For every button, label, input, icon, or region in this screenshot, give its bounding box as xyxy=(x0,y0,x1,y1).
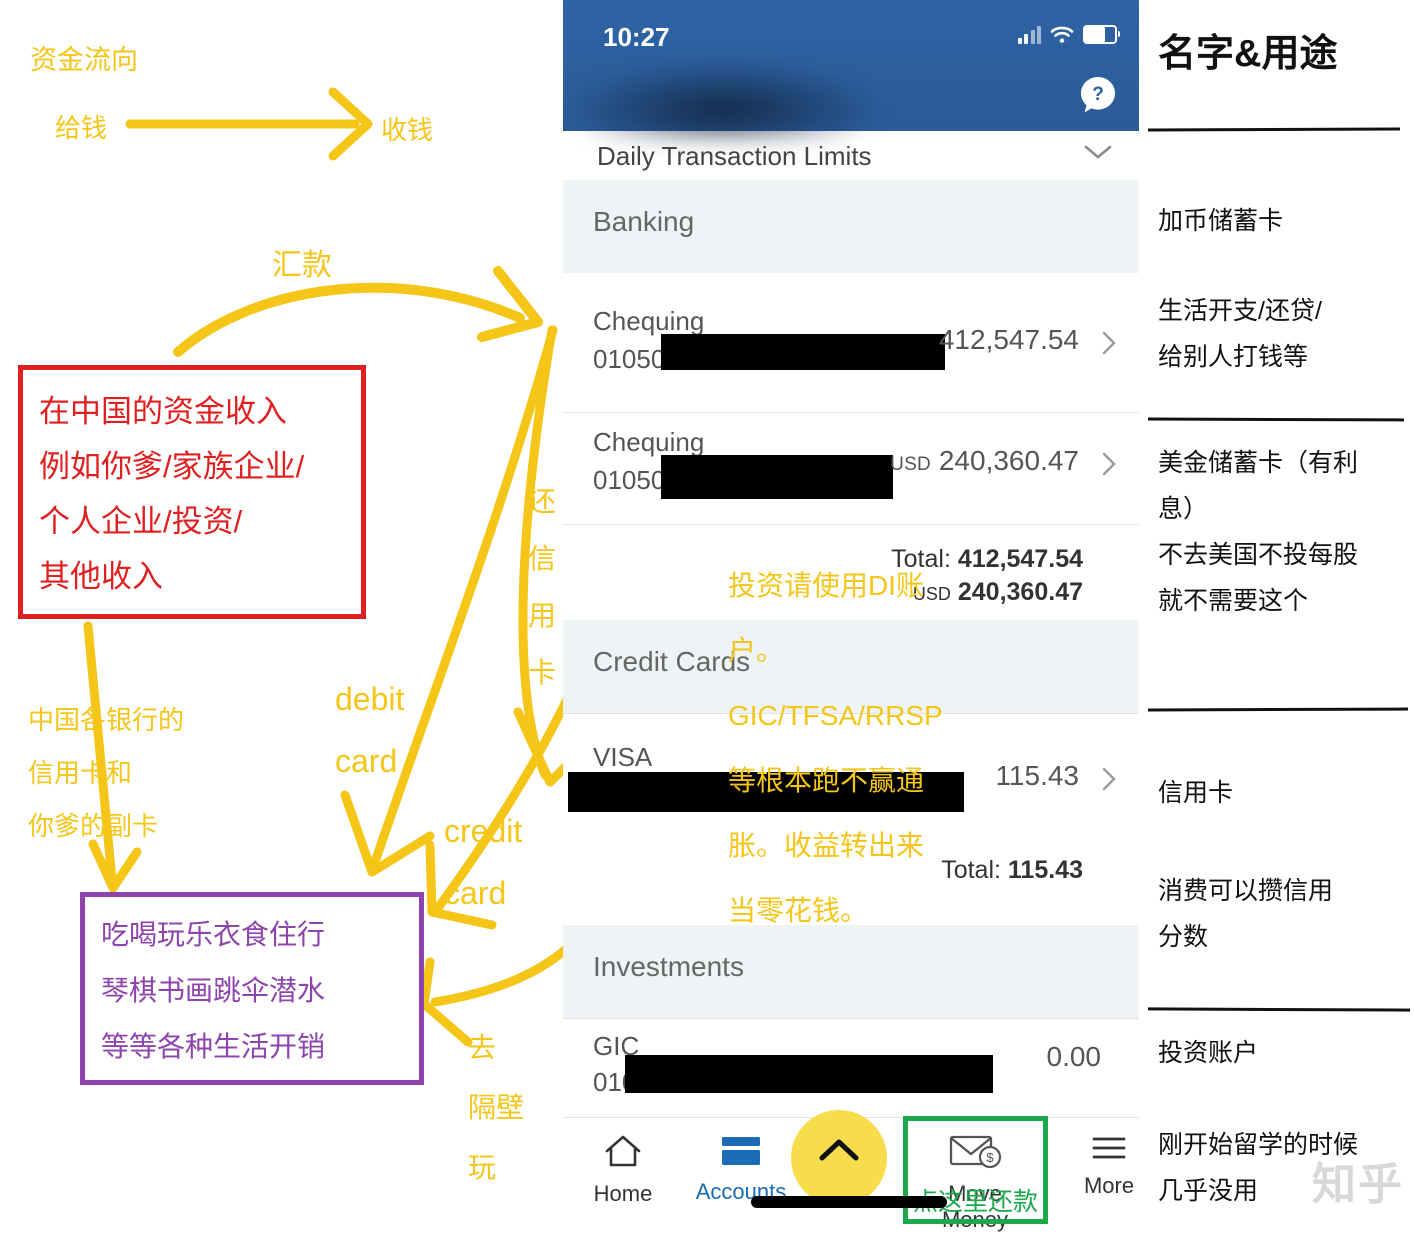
wifi-icon xyxy=(1050,26,1074,43)
total-label: Total: xyxy=(941,856,1001,884)
legend-give-label: 给钱 xyxy=(55,113,108,143)
divider xyxy=(1147,1007,1411,1012)
home-indicator xyxy=(751,1196,947,1208)
chevron-right-icon[interactable] xyxy=(1101,330,1117,356)
go-next-door-label: 去 隔壁 玩 xyxy=(468,1032,525,1183)
status-clock: 10:27 xyxy=(603,22,670,52)
table-row[interactable]: GIC 010 0.00 xyxy=(563,1018,1139,1119)
living-expenses-text: 吃喝玩乐衣食住行 琴棋书画跳伞潜水 等等各种生活开销 xyxy=(101,919,326,1062)
chevron-right-icon[interactable] xyxy=(1101,451,1117,477)
nav-label: More xyxy=(1083,1173,1135,1198)
amount-value: 115.43 xyxy=(995,760,1079,791)
battery-icon xyxy=(1083,25,1120,44)
section-investments-label: Investments xyxy=(593,951,744,982)
nav-item-accounts[interactable]: Accounts xyxy=(681,1132,801,1205)
bottom-navigation: Home Accounts $ Move Money 点这里还款 More xyxy=(563,1110,1139,1236)
remittance-label: 汇款 xyxy=(272,249,332,282)
debit-card-label: debit card xyxy=(335,681,405,779)
legend-title: 资金流向 xyxy=(30,45,138,75)
note-credit-usage: 消费可以攒信用 分数 xyxy=(1158,877,1334,951)
quick-actions-fab[interactable] xyxy=(791,1110,887,1206)
account-amount: USD 240,360.47 xyxy=(890,445,1079,477)
total-amount: 115.43 xyxy=(1007,856,1083,884)
blurred-avatar-region xyxy=(563,61,883,141)
total-amount: 240,360.47 xyxy=(957,578,1083,606)
right-column-title: 名字&用途 xyxy=(1158,33,1338,75)
account-amount: 412,547.54 xyxy=(939,324,1079,356)
nav-item-home[interactable]: Home xyxy=(563,1132,683,1207)
daily-transaction-limits-label: Daily Transaction Limits xyxy=(597,141,872,171)
right-notes-column: 名字&用途 加币储蓄卡 生活开支/还贷/ 给别人打钱等 美金储蓄卡（有利 息） … xyxy=(1147,0,1414,1236)
account-amount: 115.43 xyxy=(995,760,1079,792)
amount-value: 240,360.47 xyxy=(938,445,1079,476)
signal-bars-icon xyxy=(1017,25,1041,44)
total-row: USD 240,360.47 xyxy=(913,578,1083,607)
svg-text:?: ? xyxy=(1092,84,1104,105)
divider xyxy=(1147,127,1401,132)
income-source-box: 在中国的资金收入 例如你爹/家族企业/ 个人企业/投资/ 其他收入 xyxy=(18,365,366,619)
total-row: Total: 115.43 xyxy=(941,856,1083,885)
account-amount: 0.00 xyxy=(1047,1041,1102,1073)
china-cards-note: 中国各银行的 信用卡和 你爹的副卡 xyxy=(28,705,185,841)
investment-note-annotation: 投资请使用DI账户。GIC/TFSA/RRSP等根本跑不赢通胀。收益转出来当零花… xyxy=(728,570,943,926)
hamburger-menu-icon xyxy=(1092,1137,1126,1159)
total-amount: 412,547.54 xyxy=(957,545,1083,573)
amount-value: 0.00 xyxy=(1046,1041,1102,1072)
card-icon xyxy=(722,1137,760,1165)
status-bar: 10:27 ? xyxy=(563,0,1139,141)
living-expenses-box: 吃喝玩乐衣食住行 琴棋书画跳伞潜水 等等各种生活开销 xyxy=(80,892,424,1085)
credit-card-label: credit card xyxy=(444,813,523,911)
help-question-icon[interactable]: ? xyxy=(1077,74,1119,116)
redaction-bar xyxy=(661,334,945,370)
chevron-right-icon[interactable] xyxy=(1101,766,1117,792)
divider xyxy=(1147,707,1409,712)
note-usd-chequing: 美金储蓄卡（有利 息） 不去美国不投每股 就不需要这个 xyxy=(1158,449,1359,615)
account-name: VISA xyxy=(593,742,653,772)
chevron-down-icon[interactable] xyxy=(1083,143,1113,161)
account-name: Chequing xyxy=(593,306,705,336)
chevron-up-icon xyxy=(819,1139,859,1161)
note-cad-chequing: 加币储蓄卡 xyxy=(1158,207,1284,235)
nav-label: Home xyxy=(593,1181,653,1206)
redaction-bar xyxy=(661,455,893,499)
section-credit-cards-label: Credit Cards xyxy=(593,646,751,677)
amount-value: 412,547.54 xyxy=(938,324,1079,355)
currency-label: USD xyxy=(890,454,932,475)
note-cad-usage: 生活开支/还贷/ 给别人打钱等 xyxy=(1158,297,1322,371)
note-credit-card: 信用卡 xyxy=(1158,779,1234,807)
nav-item-more[interactable]: More xyxy=(1049,1132,1139,1199)
table-row[interactable]: Chequing 01050- USD 240,360.47 xyxy=(563,412,1139,525)
redaction-bar xyxy=(625,1055,993,1093)
note-investments: 投资账户 xyxy=(1158,1039,1259,1067)
divider xyxy=(1147,417,1405,422)
legend-receive-label: 收钱 xyxy=(381,115,434,145)
zhihu-watermark: 知乎 xyxy=(1312,1160,1404,1209)
table-row[interactable]: Chequing 01050- 412,547.54 xyxy=(563,292,1139,404)
home-icon xyxy=(605,1135,641,1167)
income-source-text: 在中国的资金收入 例如你爹/家族企业/ 个人企业/投资/ 其他收入 xyxy=(39,394,305,594)
section-banking-label: Banking xyxy=(593,206,695,237)
account-name: Chequing xyxy=(593,427,705,457)
section-header-banking: Banking xyxy=(563,180,1139,273)
repay-credit-label: 还信用卡 xyxy=(527,486,556,688)
